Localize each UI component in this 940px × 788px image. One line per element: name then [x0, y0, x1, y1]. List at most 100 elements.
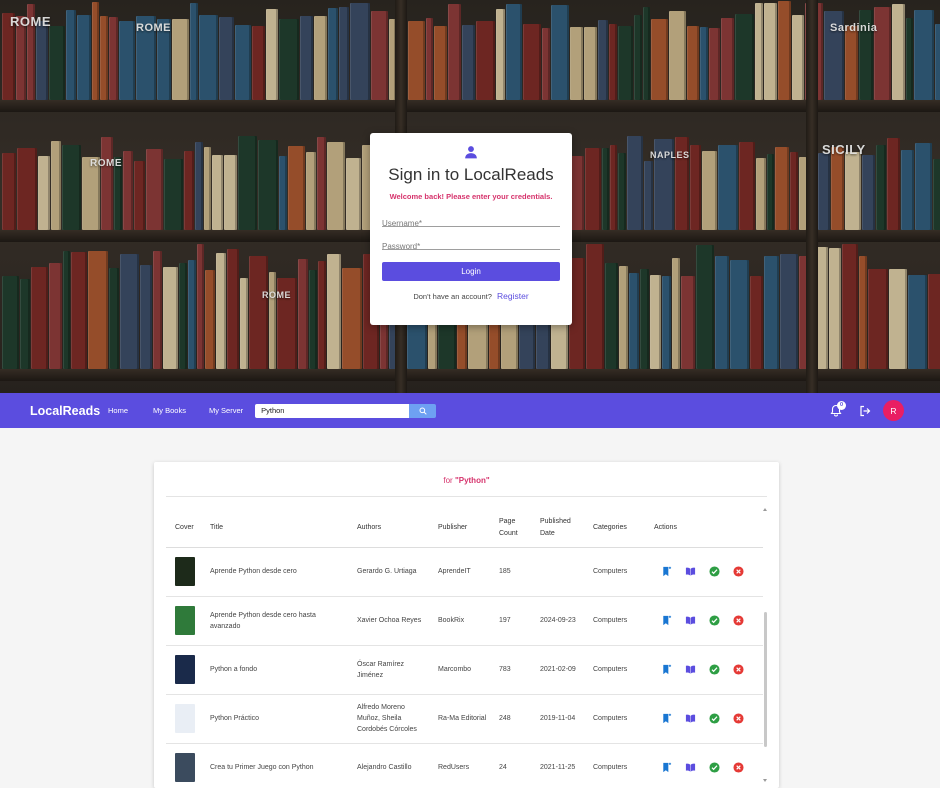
cover-cell — [166, 694, 201, 744]
bookshelf-background: ROME ROME ROME ROME Sardinia SICILY NAPLES Sig… — [0, 0, 940, 393]
check-circle-icon[interactable] — [709, 664, 720, 675]
row-actions — [654, 615, 763, 626]
results-heading-prefix: for — [443, 476, 453, 485]
username-field — [382, 213, 560, 230]
col-authors: Authors — [348, 509, 429, 548]
cover-cell — [166, 645, 201, 695]
book-cover-image[interactable] — [175, 557, 195, 586]
publisher-cell: Marcombo — [429, 645, 490, 695]
col-published-date: Published Date — [531, 509, 584, 548]
brand-logo[interactable]: LocalReads — [30, 404, 108, 418]
check-circle-icon[interactable] — [709, 762, 720, 773]
title-cell: Crea tu Primer Juego con Python — [201, 743, 348, 788]
nav-home[interactable]: Home — [108, 406, 128, 415]
scroll-up-arrow[interactable] — [763, 508, 767, 511]
search-button[interactable] — [409, 403, 437, 418]
row-actions — [654, 664, 763, 675]
page-count-cell: 185 — [490, 547, 531, 597]
nav-my-books[interactable]: My Books — [153, 406, 186, 415]
search-results-panel: for "Python" Cover Title Authors Publish… — [154, 462, 779, 788]
cancel-circle-icon[interactable] — [733, 762, 744, 773]
table-row: Aprende Python desde cero Gerardo G. Urt… — [166, 547, 763, 597]
published-date-cell: 2021-11-25 — [531, 743, 584, 788]
search-icon — [419, 407, 427, 415]
bookmark-add-icon[interactable] — [661, 615, 672, 626]
check-circle-icon[interactable] — [709, 713, 720, 724]
authors-cell: Xavier Ochoa Reyes — [348, 596, 429, 646]
results-table: Cover Title Authors Publisher Page Count… — [166, 509, 763, 788]
bookmark-add-icon[interactable] — [661, 713, 672, 724]
categories-cell: Computers — [584, 743, 645, 788]
read-book-icon[interactable] — [685, 566, 696, 577]
actions-cell — [645, 645, 763, 695]
cancel-circle-icon[interactable] — [733, 566, 744, 577]
divider — [166, 496, 767, 497]
no-account-text: Don't have an account? — [413, 292, 492, 301]
table-scrollbar[interactable] — [764, 612, 767, 747]
read-book-icon[interactable] — [685, 615, 696, 626]
nav-right-controls: 0 R — [830, 400, 904, 421]
actions-cell — [645, 743, 763, 788]
publisher-cell: Ra-Ma Editorial — [429, 694, 490, 744]
title-cell: Aprende Python desde cero hasta avanzado — [201, 596, 348, 646]
password-input[interactable] — [382, 242, 560, 253]
categories-cell: Computers — [584, 645, 645, 695]
search-box — [255, 403, 437, 418]
logout-icon[interactable] — [859, 405, 871, 417]
table-row: Python Práctico Alfredo Moreno Muñoz, Sh… — [166, 694, 763, 744]
read-book-icon[interactable] — [685, 762, 696, 773]
publisher-cell: RedUsers — [429, 743, 490, 788]
row-actions — [654, 713, 763, 724]
authors-cell: Óscar Ramírez Jiménez — [348, 645, 429, 695]
cancel-circle-icon[interactable] — [733, 713, 744, 724]
bookmark-add-icon[interactable] — [661, 566, 672, 577]
results-table-wrapper[interactable]: Cover Title Authors Publisher Page Count… — [166, 509, 763, 788]
title-cell: Aprende Python desde cero — [201, 547, 348, 597]
notifications-button[interactable]: 0 — [830, 400, 846, 418]
bookmark-add-icon[interactable] — [661, 762, 672, 773]
user-icon — [465, 146, 477, 159]
page-count-cell: 197 — [490, 596, 531, 646]
categories-cell: Computers — [584, 596, 645, 646]
scroll-down-arrow[interactable] — [763, 779, 767, 782]
actions-cell — [645, 694, 763, 744]
table-row: Python a fondo Óscar Ramírez Jiménez Mar… — [166, 645, 763, 695]
book-cover-image[interactable] — [175, 655, 195, 684]
authors-cell: Alejandro Castillo — [348, 743, 429, 788]
cover-cell — [166, 547, 201, 597]
publisher-cell: AprendeIT — [429, 547, 490, 597]
nav-my-server[interactable]: My Server — [209, 406, 243, 415]
register-link[interactable]: Register — [497, 291, 529, 301]
avatar[interactable]: R — [883, 400, 904, 421]
table-row: Aprende Python desde cero hasta avanzado… — [166, 596, 763, 646]
notification-badge: 0 — [837, 400, 846, 410]
username-input[interactable] — [382, 219, 560, 230]
cancel-circle-icon[interactable] — [733, 664, 744, 675]
table-header-row: Cover Title Authors Publisher Page Count… — [166, 509, 763, 548]
read-book-icon[interactable] — [685, 713, 696, 724]
register-line: Don't have an account? Register — [382, 291, 560, 301]
page-count-cell: 24 — [490, 743, 531, 788]
check-circle-icon[interactable] — [709, 615, 720, 626]
authors-cell: Gerardo G. Urtiaga — [348, 547, 429, 597]
book-cover-image[interactable] — [175, 606, 195, 635]
login-button[interactable]: Login — [382, 262, 560, 281]
published-date-cell — [531, 547, 584, 597]
book-cover-image[interactable] — [175, 753, 195, 782]
login-card: Sign in to LocalReads Welcome back! Plea… — [370, 133, 572, 325]
search-input[interactable] — [255, 403, 410, 418]
authors-cell: Alfredo Moreno Muñoz, Sheila Cordobés Có… — [348, 694, 429, 744]
read-book-icon[interactable] — [685, 664, 696, 675]
password-field — [382, 236, 560, 253]
cover-cell — [166, 743, 201, 788]
login-title: Sign in to LocalReads — [388, 165, 554, 184]
cancel-circle-icon[interactable] — [733, 615, 744, 626]
bookmark-add-icon[interactable] — [661, 664, 672, 675]
col-title: Title — [201, 509, 348, 548]
book-cover-image[interactable] — [175, 704, 195, 733]
col-page-count: Page Count — [490, 509, 531, 548]
login-subtitle: Welcome back! Please enter your credenti… — [389, 192, 553, 201]
check-circle-icon[interactable] — [709, 566, 720, 577]
col-cover: Cover — [166, 509, 201, 548]
actions-cell — [645, 596, 763, 646]
